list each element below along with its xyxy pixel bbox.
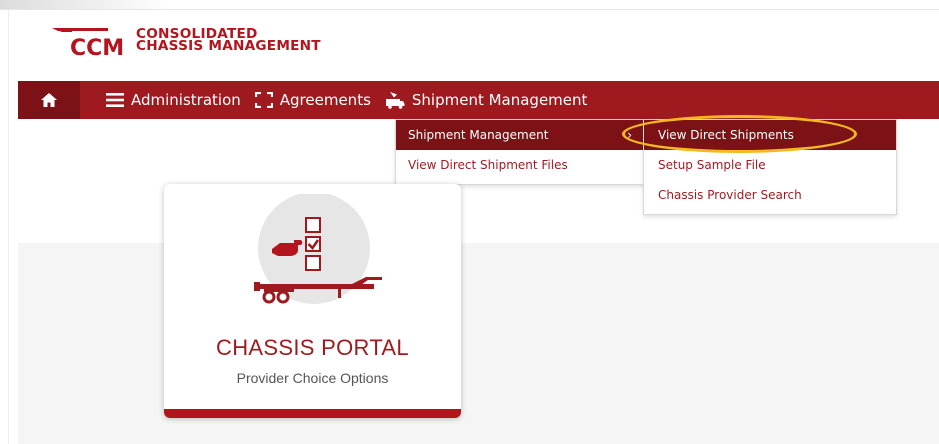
content-background (18, 243, 939, 444)
brand-logo[interactable]: CCM CONSOLIDATED CHASSIS MANAGEMENT (48, 24, 321, 58)
chassis-portal-card[interactable]: CHASSIS PORTAL Provider Choice Options (164, 184, 461, 418)
card-accent-bar (164, 409, 461, 418)
nav-item-shipment-management[interactable]: Shipment Management (385, 81, 602, 119)
left-border (8, 10, 9, 444)
flyout-item-chassis-provider-search[interactable]: Chassis Provider Search (644, 180, 896, 210)
submenu-label-view-direct-shipment-files: View Direct Shipment Files (408, 158, 568, 172)
nav-item-administration[interactable]: Administration (80, 81, 255, 119)
nav-label-shipment-management: Shipment Management (411, 91, 588, 109)
main-navbar: Administration Agreements Shipment Manag… (18, 81, 939, 119)
flyout-item-setup-sample-file[interactable]: Setup Sample File (644, 150, 896, 180)
top-border (0, 9, 939, 10)
chevron-right-icon: › (627, 128, 632, 142)
submenu-item-shipment-management[interactable]: Shipment Management › (396, 120, 644, 150)
submenu-item-view-direct-shipment-files[interactable]: View Direct Shipment Files (396, 150, 644, 180)
card-subtitle: Provider Choice Options (236, 370, 389, 386)
submenu-label-shipment-management: Shipment Management (408, 128, 549, 142)
nav-item-agreements[interactable]: Agreements (254, 81, 385, 119)
nav-label-agreements: Agreements (279, 91, 371, 109)
home-icon (41, 93, 57, 107)
flyout-label-setup-sample-file: Setup Sample File (658, 158, 766, 172)
shipment-management-flyout: View Direct Shipments Setup Sample File … (643, 119, 897, 215)
flyout-label-view-direct-shipments: View Direct Shipments (658, 128, 794, 142)
logo-mark-text: CCM (70, 36, 124, 58)
card-title: CHASSIS PORTAL (216, 335, 409, 360)
chassis-checklist-icon (254, 194, 382, 304)
hamburger-icon (106, 93, 124, 107)
flyout-label-chassis-provider-search: Chassis Provider Search (658, 188, 802, 202)
brand-name: CONSOLIDATED CHASSIS MANAGEMENT (136, 28, 321, 54)
nav-label-administration: Administration (131, 91, 241, 109)
flyout-item-view-direct-shipments[interactable]: View Direct Shipments (644, 120, 896, 150)
ccm-logo-icon: CCM (52, 28, 124, 58)
nav-home-button[interactable] (18, 81, 80, 119)
truck-arrow-icon (385, 92, 405, 109)
brand-line-2: CHASSIS MANAGEMENT (136, 39, 321, 54)
shipment-submenu: Shipment Management › View Direct Shipme… (395, 119, 645, 185)
bracket-frame-icon (254, 92, 273, 108)
